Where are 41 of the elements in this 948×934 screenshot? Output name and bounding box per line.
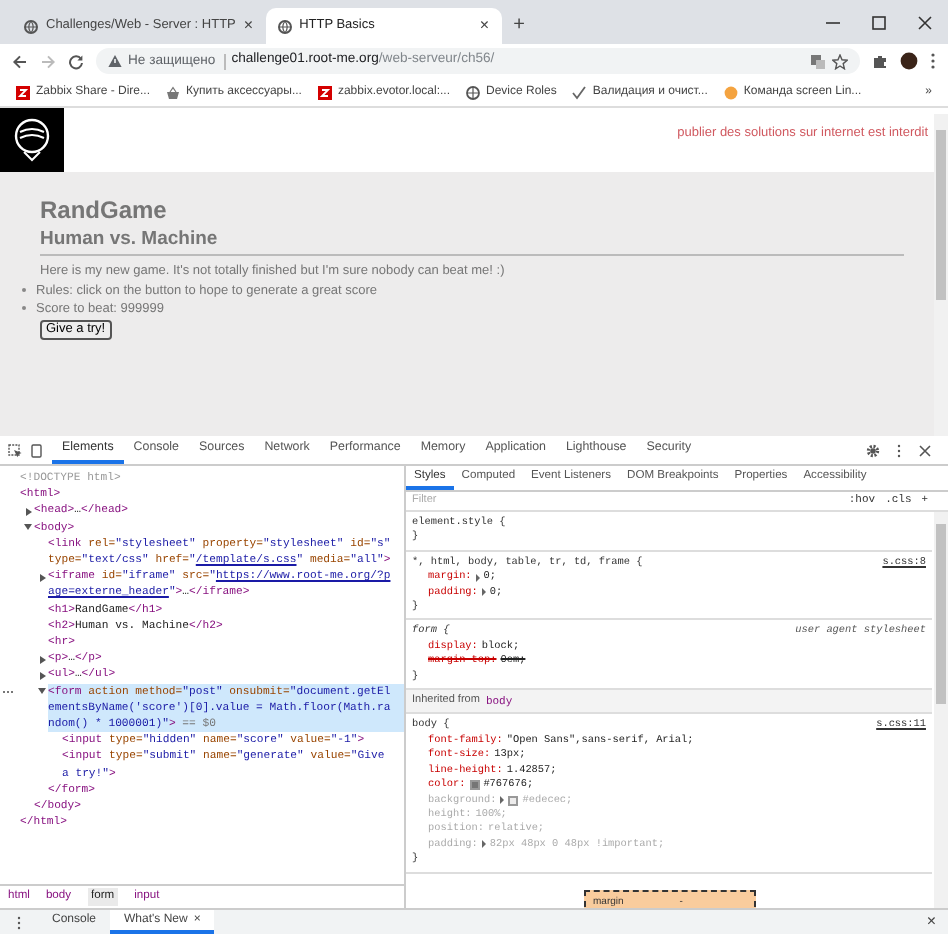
- expand-triangle-icon[interactable]: [500, 796, 505, 805]
- color-swatch[interactable]: [508, 795, 519, 806]
- maximize-icon[interactable]: [872, 15, 886, 29]
- globe-icon: [277, 19, 292, 33]
- scrollbar[interactable]: [934, 114, 948, 436]
- menu-icon[interactable]: [930, 52, 936, 70]
- more-icon[interactable]: [896, 443, 902, 457]
- basket-icon: [166, 85, 181, 99]
- new-tab-button[interactable]: +: [513, 16, 525, 36]
- back-icon[interactable]: [12, 53, 28, 69]
- avatar-icon[interactable]: [900, 52, 918, 70]
- close-drawer-button[interactable]: ×: [926, 910, 948, 934]
- circle-icon: [723, 85, 738, 99]
- tab-close-button[interactable]: ×: [243, 18, 254, 34]
- expand-triangle-icon[interactable]: [22, 519, 34, 531]
- tab-close-button[interactable]: ×: [479, 18, 490, 34]
- reload-icon[interactable]: [68, 53, 84, 69]
- close-icon[interactable]: [918, 15, 932, 29]
- more-icon: [2, 689, 14, 694]
- expand-triangle-icon[interactable]: [481, 840, 486, 849]
- warning-icon: [108, 54, 122, 68]
- z-logo-icon: [317, 85, 332, 99]
- color-swatch[interactable]: [469, 780, 480, 791]
- translate-icon[interactable]: [810, 53, 826, 69]
- page-subheading: Human vs. Machine: [40, 228, 220, 252]
- device-icon[interactable]: [30, 443, 44, 457]
- expand-triangle-icon[interactable]: [475, 573, 480, 582]
- puzzle-icon[interactable]: [872, 53, 888, 69]
- more-icon[interactable]: [16, 915, 22, 929]
- inspect-icon[interactable]: [8, 443, 22, 457]
- favicon-icon: [24, 19, 38, 33]
- expand-triangle-icon[interactable]: [481, 588, 486, 597]
- check-icon: [572, 85, 587, 99]
- star-icon[interactable]: [832, 53, 848, 69]
- z-logo-icon: [16, 85, 30, 99]
- scrollbar[interactable]: [934, 512, 948, 908]
- settings-icon[interactable]: [866, 443, 880, 457]
- close-icon[interactable]: [918, 443, 932, 457]
- logo-drawing: [14, 118, 50, 161]
- page-heading: RandGame: [40, 196, 169, 225]
- globe-icon: [466, 85, 480, 99]
